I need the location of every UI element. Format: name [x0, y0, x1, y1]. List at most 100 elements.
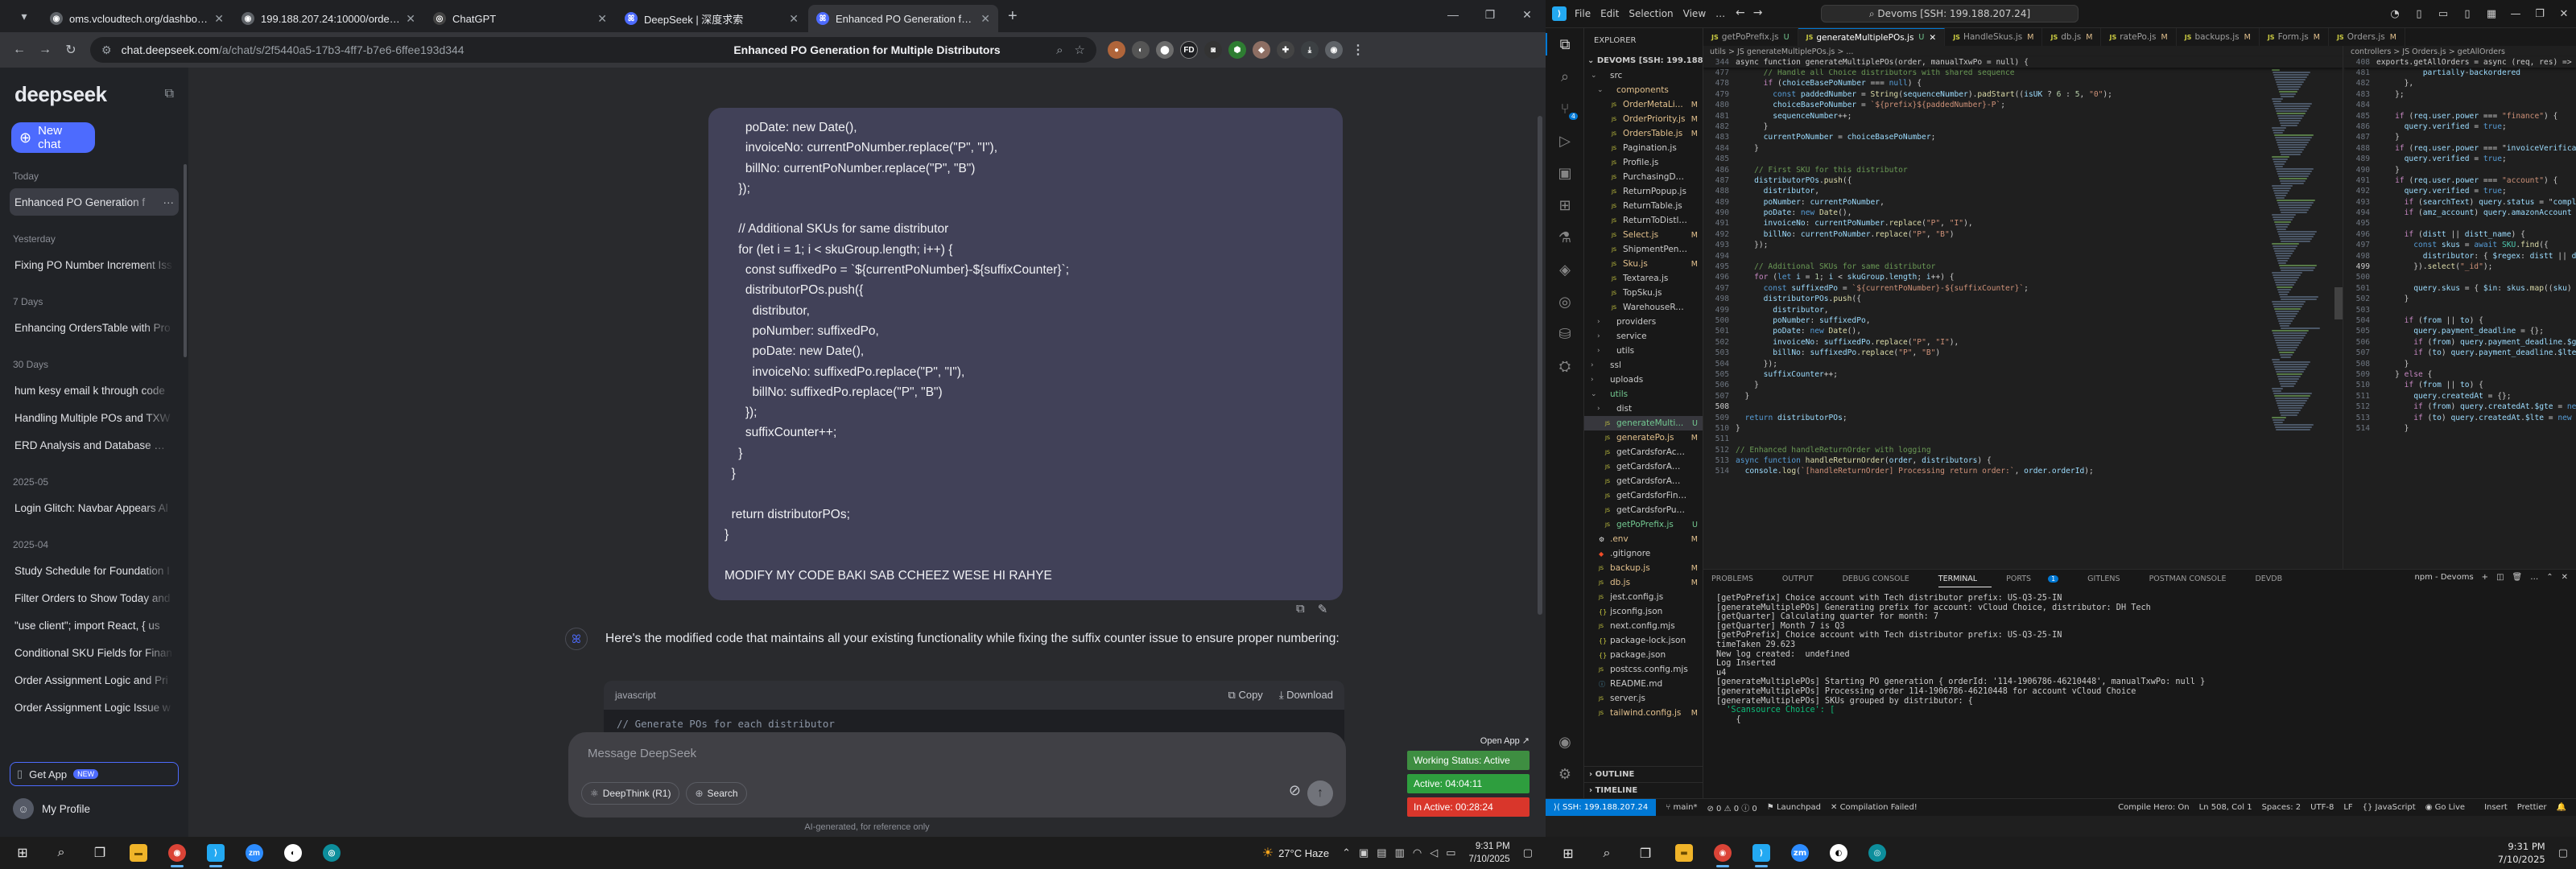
history-item[interactable]: Order Assignment Logic and Pri — [10, 666, 179, 694]
compilation-status[interactable]: ✕ Compilation Failed! — [1831, 803, 1918, 812]
editor-tab[interactable]: JS backups.js M — [2177, 28, 2260, 46]
gitlens-icon[interactable]: ◈ — [1546, 253, 1584, 286]
layout-icon[interactable]: ▦ — [2479, 8, 2504, 20]
sticky-scroll-line[interactable]: exports.getAllOrders = async (req, res) … — [2376, 57, 2576, 68]
indentation[interactable]: Spaces: 2 — [2262, 803, 2301, 812]
tree-folder[interactable]: › uploads — [1584, 373, 1703, 387]
editor-scrollbar[interactable] — [2334, 287, 2343, 319]
code-line[interactable]: 482 } — [1703, 121, 2343, 132]
browser-tab[interactable]: ꕤ DeepSeek | 深度求索 ✕ — [617, 5, 807, 32]
code-line[interactable]: 509 return distributorPOs; — [1703, 413, 2343, 423]
browser-tab[interactable]: ◎ ChatGPT ✕ — [425, 5, 615, 32]
nav-back-icon[interactable]: ← — [1736, 6, 1745, 19]
forward-icon[interactable]: → — [32, 37, 58, 63]
new-tab-button[interactable]: + — [1008, 7, 1018, 26]
tree-file[interactable]: JSgetCardsforAmazon.js — [1584, 474, 1703, 488]
tree-file[interactable]: JS OrderMetaLi... M — [1584, 97, 1703, 112]
tree-file[interactable]: JS OrdersTable.js M — [1584, 126, 1703, 141]
code-line[interactable]: 514 console.log(`[handleReturnOrder] Pro… — [1703, 466, 2343, 476]
start-icon[interactable]: ⊞ — [6, 837, 39, 869]
more-actions-icon[interactable]: … — [2530, 573, 2538, 582]
code-line[interactable]: 503 billNo: suffixedPo.replace("P", "B") — [1703, 348, 2343, 358]
history-item[interactable]: Filter Orders to Show Today and — [10, 584, 179, 612]
toggle-secondary-icon[interactable]: ▯ — [2455, 8, 2479, 20]
vscode-icon[interactable]: ⟩ — [200, 837, 232, 869]
start-icon[interactable]: ⊞ — [1552, 837, 1584, 869]
tree-file[interactable]: JS next.config.mjs — [1584, 619, 1703, 633]
tree-file[interactable]: JS Pagination.js — [1584, 141, 1703, 155]
code-line[interactable]: 504 if (from || to) { — [2344, 315, 2576, 326]
history-item[interactable]: Conditional SKU Fields for Finan — [10, 639, 179, 666]
tree-file[interactable]: JS OrderPriority.js M — [1584, 112, 1703, 126]
tree-file[interactable]: JS Sku.js M — [1584, 257, 1703, 271]
code-line[interactable]: 500 — [2344, 272, 2576, 282]
editor-pane-left[interactable]: utils > JS generateMultiplePOs.js > ... … — [1703, 46, 2343, 569]
editor-tab[interactable]: JS getPoPrefix.js U — [1703, 28, 1798, 46]
extensions-icon[interactable]: ⊞ — [1546, 189, 1584, 221]
run-debug-icon[interactable]: ▷ — [1546, 125, 1584, 157]
testing-icon[interactable]: ⚗ — [1546, 221, 1584, 253]
message-input[interactable]: Message DeepSeek — [588, 747, 696, 760]
code-line[interactable]: 481 partially-backordered — [2344, 68, 2576, 78]
timeline-section[interactable]: › TIMELINE — [1584, 782, 1703, 798]
tray-app-icon[interactable]: ▣ — [1359, 846, 1368, 859]
code-line[interactable]: 496 if (distt || distt_name) { — [2344, 229, 2576, 240]
taskbar-clock[interactable]: 9:31 PM 7/10/2025 — [1469, 840, 1510, 866]
menu-item[interactable]: Selection — [1629, 8, 1673, 19]
docker-icon[interactable]: ⛭ — [1546, 350, 1584, 382]
notifications-bell-icon[interactable]: 🔔 — [2557, 803, 2566, 812]
history-item[interactable]: Handling Multiple POs and TXW — [10, 404, 179, 431]
get-app-button[interactable]: ▯ Get App NEW — [10, 762, 179, 786]
editor-pane-right[interactable]: controllers > JS Orders.js > getAllOrder… — [2344, 46, 2576, 569]
close-window-icon[interactable]: ✕ — [1509, 0, 1546, 29]
tree-file[interactable]: JS Select.js M — [1584, 228, 1703, 242]
search-icon[interactable]: ⌕ — [45, 837, 77, 869]
code-line[interactable]: 511 — [1703, 434, 2343, 444]
editor-tab[interactable]: JS generateMultiplePOs.js U ✕ — [1798, 28, 1946, 46]
volume-icon[interactable]: ◁ — [1430, 846, 1438, 859]
code-line[interactable]: 502 invoiceNo: suffixedPo.replace("P", "… — [1703, 337, 2343, 348]
postman-icon[interactable]: ◎ — [1546, 286, 1584, 318]
close-panel-icon[interactable]: ✕ — [2562, 573, 2568, 582]
panel-tab[interactable]: TERMINAL — [1938, 575, 1992, 587]
tree-file[interactable]: {} package.json — [1584, 648, 1703, 662]
code-line[interactable]: 495 — [2344, 218, 2576, 229]
code-line[interactable]: 494 if (amz_account) query.amazonAccount… — [2344, 208, 2576, 218]
history-item[interactable]: Order Assignment Logic Issue w — [10, 694, 179, 721]
prettier-status[interactable]: Prettier — [2517, 803, 2547, 812]
problems-counter[interactable]: ⊘ 0 ⚠ 0 ⓘ 0 — [1707, 801, 1757, 813]
chat-scrollbar[interactable] — [1538, 116, 1542, 615]
tree-file[interactable]: JSgetCardsforPurchasi... — [1584, 503, 1703, 517]
close-tab-icon[interactable]: ✕ — [789, 12, 799, 26]
menu-item[interactable]: … — [1715, 8, 1725, 19]
line-ending[interactable]: LF — [2343, 803, 2352, 812]
search-icon[interactable]: ⌕ — [1591, 837, 1623, 869]
code-line[interactable]: 510} — [1703, 423, 2343, 434]
tree-folder[interactable]: › ssl — [1584, 358, 1703, 373]
tree-folder[interactable]: ⌄ components — [1584, 83, 1703, 97]
code-line[interactable]: 507 if (to) query.payment_deadline.$lte … — [2344, 348, 2576, 358]
code-line[interactable]: 504 }); — [1703, 359, 2343, 369]
history-item[interactable]: Login Glitch: Navbar Appears Al — [10, 494, 179, 521]
my-profile-button[interactable]: ☺ My Profile — [13, 798, 90, 819]
tree-folder[interactable]: › providers — [1584, 315, 1703, 329]
settings-gear-icon[interactable]: ⚙ — [1546, 758, 1584, 790]
code-line[interactable]: 477 // Handle all Choice distributors wi… — [1703, 68, 2343, 78]
database-icon[interactable]: ⛁ — [1546, 318, 1584, 350]
tree-file[interactable]: JS tailwind.config.js M — [1584, 706, 1703, 720]
history-item[interactable]: Enhanced PO Generation f ··· — [10, 188, 179, 216]
go-live-button[interactable]: ◉ Go Live — [2425, 803, 2475, 812]
code-line[interactable]: 506 if (from) query.payment_deadline.$gt… — [2344, 337, 2576, 348]
vscode-icon[interactable]: ⟩ — [1745, 837, 1777, 869]
compile-hero-status[interactable]: Compile Hero: On — [2118, 803, 2190, 812]
search-icon[interactable]: ⌕ — [1546, 60, 1584, 93]
code-line[interactable]: 510 if (from || to) { — [2344, 380, 2576, 390]
editor-tab[interactable]: JS db.js M — [2042, 28, 2102, 46]
tree-file[interactable]: JS postcss.config.mjs — [1584, 662, 1703, 677]
code-line[interactable]: 486 query.verified = true; — [2344, 121, 2576, 132]
editor-tab[interactable]: JS Form.js M — [2260, 28, 2329, 46]
code-line[interactable]: 491 if (req.user.power === "account") { — [2344, 175, 2576, 186]
code-line[interactable]: 513 async function handleReturnOrder(orde… — [1703, 455, 2343, 466]
outline-section[interactable]: › OUTLINE — [1584, 766, 1703, 782]
tree-file[interactable]: ⚙ .env M — [1584, 532, 1703, 546]
